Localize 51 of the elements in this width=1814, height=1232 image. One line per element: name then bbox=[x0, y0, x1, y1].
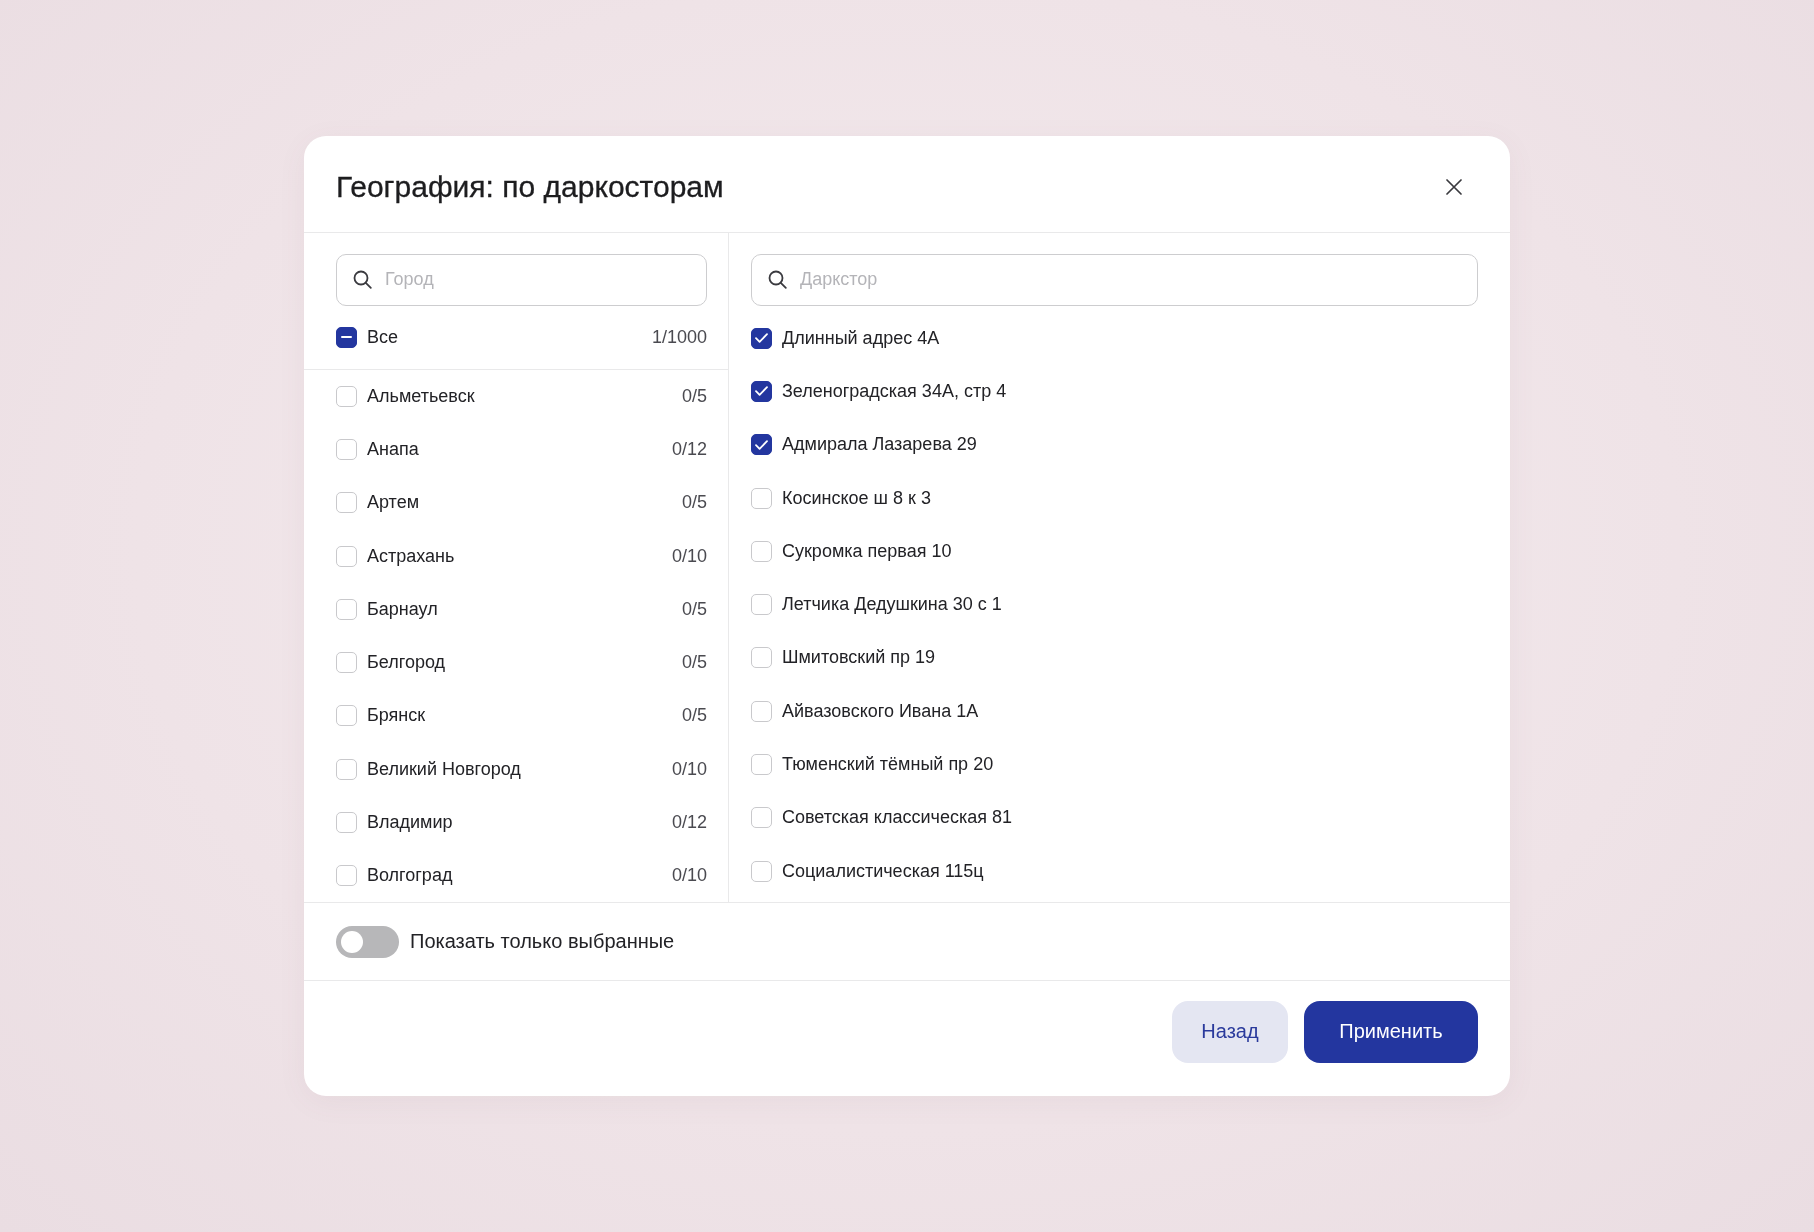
darkstore-address: Адмирала Лазарева 29 bbox=[782, 434, 977, 456]
minus-icon bbox=[341, 336, 352, 338]
darkstore-address: Шмитовский пр 19 bbox=[782, 647, 936, 669]
checkbox[interactable] bbox=[751, 434, 772, 456]
darkstore-address: Летчика Дедушкина 30 с 1 bbox=[782, 594, 1002, 616]
city-count: 0/5 bbox=[681, 598, 707, 620]
darkstore-address: Косинское ш 8 к 3 bbox=[782, 487, 931, 509]
darkstore-address: Сукромка первая 10 bbox=[782, 540, 952, 562]
checkbox[interactable] bbox=[751, 380, 772, 402]
darkstore-address: Советская классическая 81 bbox=[782, 807, 1012, 829]
city-count: 0/5 bbox=[681, 705, 707, 727]
back-button[interactable]: Назад bbox=[1172, 1001, 1288, 1063]
search-icon bbox=[768, 269, 787, 289]
city-name: Барнаул bbox=[367, 598, 438, 620]
city-name: Астрахань bbox=[367, 545, 455, 567]
selected-count: 1/1000 bbox=[651, 326, 707, 348]
darkstore-address: Длинный адрес 4А bbox=[782, 327, 940, 349]
close-icon bbox=[1446, 179, 1462, 195]
city-count: 0/5 bbox=[681, 385, 707, 407]
city-name: Владимир bbox=[367, 812, 453, 834]
toggle-label: Показать только выбранные bbox=[410, 930, 675, 954]
darkstore-address: Социалистическая 115ц bbox=[782, 860, 984, 882]
city-name: Великий Новгород bbox=[367, 758, 521, 780]
checkbox[interactable] bbox=[751, 327, 772, 349]
toggle-switch[interactable] bbox=[336, 926, 399, 958]
checkbox[interactable] bbox=[336, 326, 357, 348]
darkstore-address: Зеленоградская 34А, стр 4 bbox=[782, 380, 1007, 402]
city-count: 0/10 bbox=[671, 865, 707, 887]
check-icon bbox=[755, 439, 768, 450]
darkstore-address: Айвазовского Ивана 1А bbox=[782, 700, 979, 722]
city-count: 0/5 bbox=[681, 492, 707, 514]
city-search-field[interactable]: Город bbox=[336, 253, 707, 306]
city-name: Артем bbox=[367, 492, 420, 514]
city-count: 0/10 bbox=[671, 545, 707, 567]
darkstore-address: Тюменский тёмный пр 20 bbox=[782, 754, 994, 776]
city-name: Волгоград bbox=[367, 865, 453, 887]
darkstore-search-field[interactable]: Даркстор bbox=[751, 253, 1478, 306]
all-label: Все bbox=[367, 326, 399, 348]
search-icon bbox=[353, 269, 372, 289]
check-icon bbox=[755, 386, 768, 397]
city-count: 0/12 bbox=[671, 438, 707, 460]
city-name: Альметьевск bbox=[367, 385, 475, 407]
dialog-title: География: по даркосторам bbox=[336, 170, 724, 204]
city-name: Брянск bbox=[367, 705, 426, 727]
city-count: 0/10 bbox=[671, 758, 707, 780]
check-icon bbox=[755, 333, 768, 344]
apply-button[interactable]: Применить bbox=[1304, 1001, 1478, 1063]
city-count: 0/5 bbox=[681, 652, 707, 674]
city-count: 0/12 bbox=[671, 812, 707, 834]
city-name: Анапа bbox=[367, 438, 419, 460]
city-name: Белгород bbox=[367, 652, 446, 674]
